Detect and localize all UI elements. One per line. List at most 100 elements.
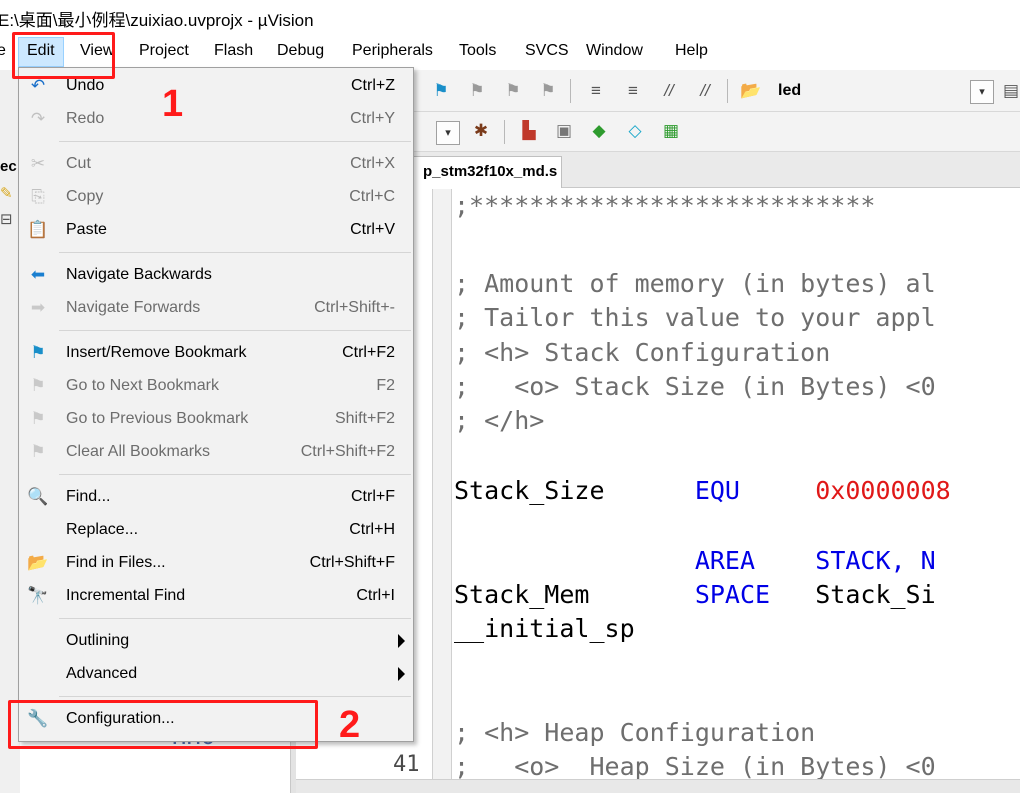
code-line[interactable]: ; </h>	[454, 404, 544, 438]
code-line[interactable]: Stack_Size EQU 0x0000008	[454, 474, 951, 508]
editor-tabstrip: p_stm32f10x_md.s	[412, 152, 1020, 188]
dropdown-icon[interactable]: ▾	[436, 121, 460, 145]
code-token: AREA	[694, 546, 756, 575]
menu-item-shortcut: Ctrl+V	[350, 221, 395, 238]
menu-peripherals[interactable]: Peripherals	[352, 42, 433, 60]
menu-debug[interactable]: Debug	[277, 42, 324, 60]
code-line[interactable]: ; <o> Heap Size (in Bytes) <0	[454, 750, 936, 779]
menu-item-redo[interactable]: ↷ Redo Ctrl+Y	[19, 103, 413, 136]
menu-item-clear-all-bookmarks[interactable]: ⚑ Clear All Bookmarks Ctrl+Shift+F2	[19, 436, 413, 469]
menu-item-label: Replace...	[66, 521, 139, 538]
code-line[interactable]: ;***************************	[454, 189, 875, 223]
menu-window[interactable]: Window	[586, 42, 643, 60]
edit-menu-dropdown: ↶ Undo Ctrl+Z ↷ Redo Ctrl+Y ✂ Cut Ctrl+X ⎘ Copy Ctr…	[18, 67, 414, 742]
menu-item-label: Clear All Bookmarks	[66, 443, 211, 460]
project-panel-edge: ec ✎ ⊟	[0, 70, 20, 793]
menu-item-navigate-backwards[interactable]: ⬅ Navigate Backwards	[19, 259, 413, 292]
target-folder-icon[interactable]: ✎	[0, 184, 13, 202]
menu-item-insert-remove-bookmark[interactable]: ⚑ Insert/Remove Bookmark Ctrl+F2	[19, 337, 413, 370]
code-line[interactable]: AREA STACK, N	[454, 544, 936, 578]
menu-item-label: Undo	[66, 77, 105, 94]
menu-item-paste[interactable]: 📋 Paste Ctrl+V	[19, 214, 413, 247]
menu-item-incremental-find[interactable]: 🔭 Incremental Find Ctrl+I	[19, 580, 413, 613]
menu-item-find-in-files[interactable]: 📂 Find in Files... Ctrl+Shift+F	[19, 547, 413, 580]
menu-item-shortcut: Ctrl+H	[349, 521, 395, 538]
code-token: ; Amount of memory (in bytes) al	[454, 269, 936, 298]
menu-tools[interactable]: Tools	[459, 42, 496, 60]
code-token: Stack_Mem	[454, 580, 695, 609]
bookmark-icon[interactable]: ⚑	[430, 80, 452, 102]
code-line[interactable]: __initial_sp	[454, 612, 635, 646]
panel-tab-fragment[interactable]: ec	[0, 158, 17, 175]
menu-item-label: Go to Next Bookmark	[66, 377, 219, 394]
toolbar-separator	[570, 79, 571, 103]
annotation-number-2: 2	[339, 704, 361, 746]
next-bookmark-icon: ⚑	[30, 376, 46, 395]
find-icon: 🔍	[27, 487, 49, 506]
editor-tab-active[interactable]: p_stm32f10x_md.s	[412, 156, 562, 188]
indent-icon[interactable]: ≡	[585, 80, 607, 102]
target-dropdown-button[interactable]: ▾	[970, 80, 994, 104]
menu-item-label: Find...	[66, 488, 111, 505]
unindent-icon[interactable]: ≡	[622, 80, 644, 102]
menu-separator	[59, 141, 411, 142]
manage-run-time-icon[interactable]: ▙	[518, 120, 540, 142]
copy-icon: ⎘	[31, 187, 45, 206]
code-editor[interactable]: ;*************************** ; Amount of …	[454, 189, 1020, 779]
menu-item-replace[interactable]: Replace... Ctrl+H	[19, 514, 413, 547]
code-line[interactable]: ; <h> Heap Configuration	[454, 716, 815, 750]
menu-separator	[59, 696, 411, 697]
code-token: ; <o> Heap Size (in Bytes) <0	[454, 752, 936, 779]
menu-item-outlining[interactable]: Outlining	[19, 625, 413, 658]
menu-item-label: Incremental Find	[66, 587, 186, 604]
menu-item-navigate-forwards[interactable]: ➡ Navigate Forwards Ctrl+Shift+-	[19, 292, 413, 325]
tree-collapse-icon[interactable]: ⊟	[0, 210, 13, 228]
toolbar-separator	[727, 79, 728, 103]
clear-bookmarks-icon[interactable]: ⚑	[537, 80, 559, 102]
menu-item-go-to-previous-bookmark[interactable]: ⚑ Go to Previous Bookmark Shift+F2	[19, 403, 413, 436]
pack-installer-icon[interactable]: ◆	[588, 120, 610, 142]
menu-separator	[59, 474, 411, 475]
menu-item-shortcut: Ctrl+F2	[342, 344, 395, 361]
menu-svcs[interactable]: SVCS	[525, 42, 569, 60]
code-line[interactable]: ; Tailor this value to your appl	[454, 301, 936, 335]
menu-project[interactable]: Project	[139, 42, 189, 60]
prev-bookmark-icon[interactable]: ⚑	[502, 80, 524, 102]
menu-item-shortcut: Ctrl+X	[350, 155, 395, 172]
menu-item-cut[interactable]: ✂ Cut Ctrl+X	[19, 148, 413, 181]
arrow-right-icon: ➡	[30, 298, 46, 317]
menu-item-go-to-next-bookmark[interactable]: ⚑ Go to Next Bookmark F2	[19, 370, 413, 403]
menu-item-label: Find in Files...	[66, 554, 166, 571]
menu-item-label: Go to Previous Bookmark	[66, 410, 249, 427]
menu-item-shortcut: F2	[376, 377, 395, 394]
next-bookmark-icon[interactable]: ⚑	[466, 80, 488, 102]
event-recorder-icon[interactable]: ▦	[660, 120, 682, 142]
editor-gutter	[412, 189, 432, 793]
options-icon[interactable]: ▤	[1000, 80, 1020, 102]
annotation-box-1	[12, 32, 115, 79]
horizontal-scrollbar[interactable]	[296, 779, 1020, 793]
menu-help[interactable]: Help	[675, 42, 708, 60]
code-line[interactable]: ; <h> Stack Configuration	[454, 336, 830, 370]
menu-item-find[interactable]: 🔍 Find... Ctrl+F	[19, 481, 413, 514]
find-in-files-icon[interactable]: 📂	[740, 80, 762, 102]
uncomment-icon[interactable]: //	[694, 80, 716, 102]
debug-settings-icon[interactable]: ✱	[470, 120, 492, 142]
menu-item-copy[interactable]: ⎘ Copy Ctrl+C	[19, 181, 413, 214]
title-bar: E:\桌面\最小例程\zuixiao.uvprojx - µVision	[0, 0, 1020, 34]
menu-flash[interactable]: Flash	[214, 42, 253, 60]
paste-icon: 📋	[27, 220, 49, 239]
component-icon[interactable]: ◇	[624, 120, 646, 142]
menu-item-label: Copy	[66, 188, 104, 205]
code-line[interactable]: Stack_Mem SPACE Stack_Si	[454, 578, 936, 612]
comment-icon[interactable]: //	[658, 80, 680, 102]
menu-item-label: Redo	[66, 110, 105, 127]
code-line[interactable]: ; Amount of memory (in bytes) al	[454, 267, 936, 301]
code-line[interactable]: ; <o> Stack Size (in Bytes) <0	[454, 370, 936, 404]
menu-file-fragment[interactable]: e	[0, 42, 6, 60]
select-packs-icon[interactable]: ▣	[553, 120, 575, 142]
menu-item-advanced[interactable]: Advanced	[19, 658, 413, 691]
